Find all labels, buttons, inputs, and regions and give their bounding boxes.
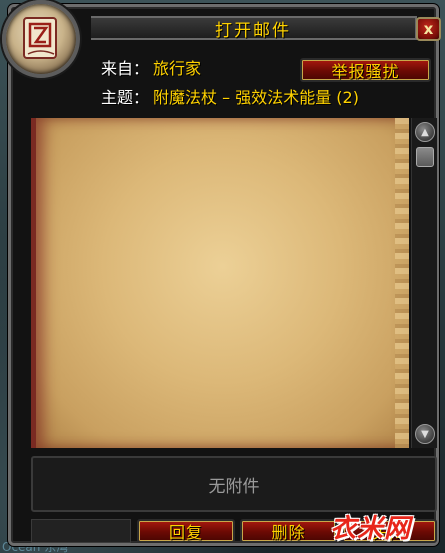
letter-body-parchment[interactable] (31, 118, 409, 448)
report-spam-button[interactable]: 举报骚扰 (300, 58, 431, 82)
delete-button[interactable]: 删除 (240, 519, 337, 543)
reply-button[interactable]: 回复 (137, 519, 235, 543)
sender-name: 旅行家 (153, 59, 202, 78)
arrow-up-icon[interactable]: ▲ (415, 122, 435, 142)
subject-row: 主题： 附魔法杖 – 强效法术能量 (2) (101, 84, 359, 108)
scroll-seal-icon (23, 17, 57, 59)
attachment-area: 无附件 (31, 456, 437, 512)
no-attachment-text: 无附件 (208, 476, 260, 497)
subject-text: 附魔法杖 – 强效法术能量 (2) (153, 88, 359, 107)
parchment-scroll-icon (2, 0, 80, 78)
letter-scrollbar[interactable]: ▲ ▼ (411, 118, 437, 448)
window-title: 打开邮件 (91, 16, 417, 41)
subject-label: 主题： (101, 88, 150, 107)
scroll-thumb[interactable] (416, 147, 434, 167)
sender-row: 来自： 旅行家 (101, 55, 201, 79)
money-slot (31, 519, 131, 543)
close-mail-button[interactable]: 关闭 (342, 519, 437, 543)
open-mail-window: 打开邮件 x 来自： 旅行家 举报骚扰 主题： 附魔法杖 – 强效法术能量 (2… (8, 4, 441, 546)
arrow-down-icon[interactable]: ▼ (415, 424, 435, 444)
from-label: 来自： (101, 59, 150, 78)
close-icon[interactable]: x (416, 17, 441, 41)
